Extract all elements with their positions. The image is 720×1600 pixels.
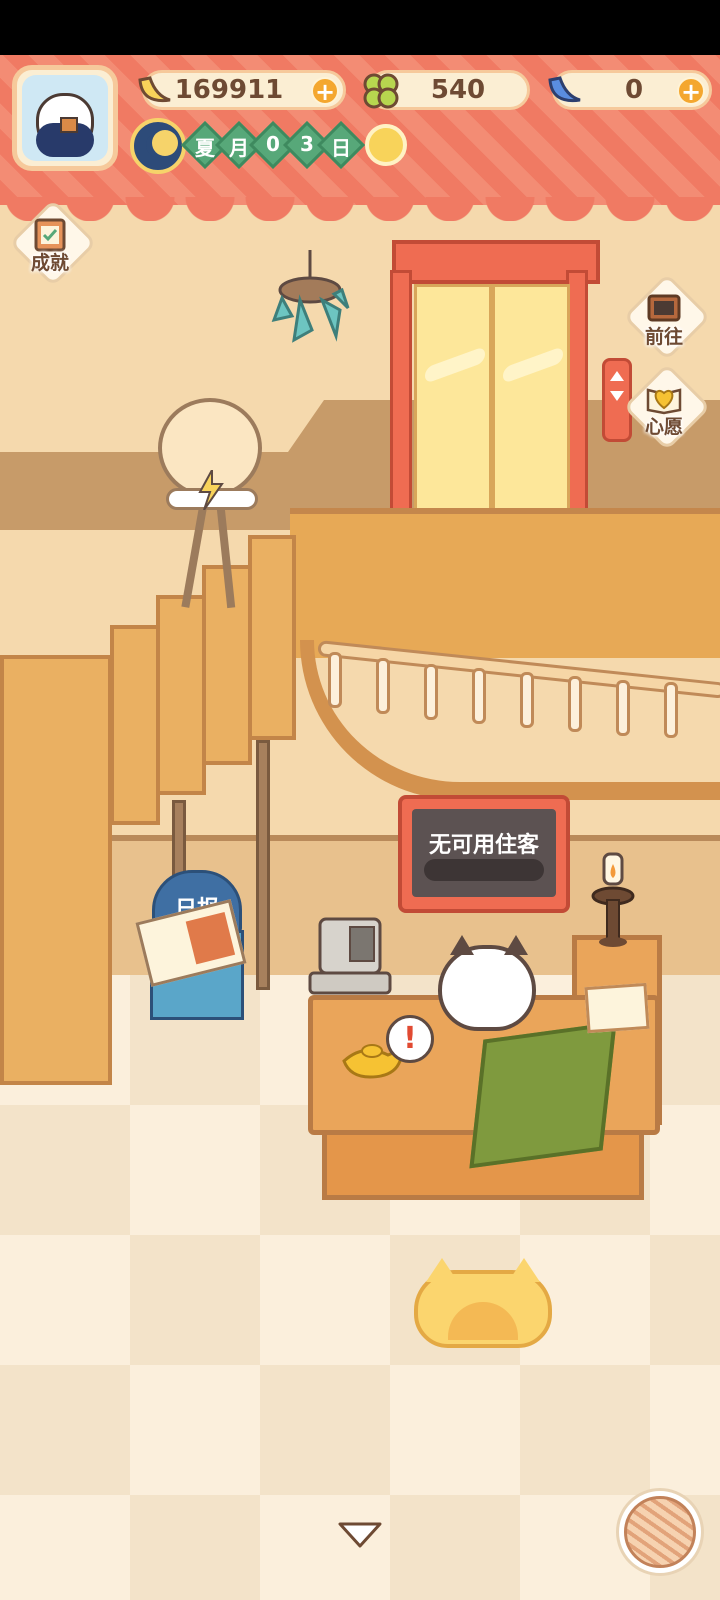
blue-banana-icon	[543, 69, 587, 113]
ornament-leg	[181, 508, 207, 608]
go-to-button[interactable]: 前往	[628, 282, 700, 349]
baluster	[424, 664, 438, 720]
elevator-door-right	[492, 284, 570, 514]
lightbulb-ornament	[150, 398, 270, 609]
clover-counter: 540	[363, 70, 530, 110]
blue-banana-count: 0	[624, 75, 644, 105]
stair-post	[172, 800, 186, 880]
stair-post	[256, 740, 270, 990]
baluster	[328, 652, 342, 708]
cat-bed[interactable]	[398, 1258, 568, 1348]
baluster	[520, 672, 534, 728]
elevator-post-left	[390, 270, 412, 520]
clipboard-icon	[34, 218, 66, 252]
oil-lamp-icon	[591, 852, 635, 947]
banana-count: 169911	[174, 75, 284, 105]
clover-icon	[359, 69, 403, 113]
sun-weather-icon	[365, 124, 407, 166]
baluster	[616, 680, 630, 736]
computer-icon	[308, 917, 392, 995]
document-icon	[584, 982, 650, 1034]
banana-icon	[133, 69, 177, 113]
banana-counter: 169911 +	[138, 70, 346, 110]
cat-ear	[504, 935, 528, 955]
cat-bed-ear	[508, 1258, 540, 1282]
reception-sign[interactable]: 无可用住客	[398, 795, 570, 913]
elevator-down-icon	[610, 391, 624, 401]
lightning-icon	[198, 470, 224, 510]
signboard-icon	[647, 294, 681, 322]
heart-book-icon	[646, 388, 682, 415]
achievements-button[interactable]: 成就	[14, 208, 86, 275]
newspaper-stand[interactable]: 日报	[135, 870, 247, 1020]
achievements-label: 成就	[30, 252, 69, 274]
add-blue-banana-button[interactable]: +	[677, 77, 705, 105]
player-avatar-icon	[22, 75, 108, 161]
baluster	[472, 668, 486, 724]
wishes-label: 心愿	[644, 416, 683, 438]
cat-receptionist[interactable]	[438, 935, 536, 1031]
reception-progress-bar	[424, 859, 544, 881]
cat-ear	[450, 935, 474, 955]
staircase-base	[0, 655, 112, 1085]
reception-screen: 无可用住客	[412, 809, 556, 897]
alert-bubble[interactable]: !	[386, 1015, 434, 1063]
hanging-plant-icon	[271, 250, 350, 343]
stair-step	[156, 595, 206, 795]
clover-count: 540	[430, 75, 486, 105]
go-to-label: 前往	[644, 326, 683, 348]
counter-status-text: 无可用住客	[428, 833, 539, 858]
chevron-down-icon[interactable]	[336, 1520, 384, 1550]
elevator[interactable]	[390, 240, 600, 520]
balcony-railing	[317, 640, 720, 738]
elevator-up-icon	[610, 371, 624, 381]
wishes-button[interactable]: 心愿	[628, 372, 700, 439]
alert-mark: !	[403, 1021, 417, 1056]
avatar-box	[60, 117, 78, 133]
elevator-door-left	[414, 284, 492, 514]
add-banana-button[interactable]: +	[311, 77, 339, 105]
baluster	[664, 682, 678, 738]
add-blue-banana-plus: +	[680, 78, 702, 106]
green-mat	[469, 1021, 617, 1169]
yarn-ball-icon	[624, 1496, 696, 1568]
yarn-ball-button[interactable]	[616, 1488, 704, 1576]
baluster	[376, 658, 390, 714]
ornament-leg	[216, 507, 236, 609]
moon-icon	[130, 118, 186, 174]
date-day-label: 日	[331, 136, 351, 160]
baluster	[568, 676, 582, 732]
upper-wood-floor	[290, 508, 720, 658]
cat-bed-ear	[426, 1258, 458, 1282]
stair-step	[110, 625, 160, 825]
add-banana-plus: +	[314, 78, 336, 106]
blue-banana-counter: 0 +	[548, 70, 712, 110]
player-avatar-button[interactable]	[12, 65, 118, 171]
status-bar	[0, 0, 720, 55]
